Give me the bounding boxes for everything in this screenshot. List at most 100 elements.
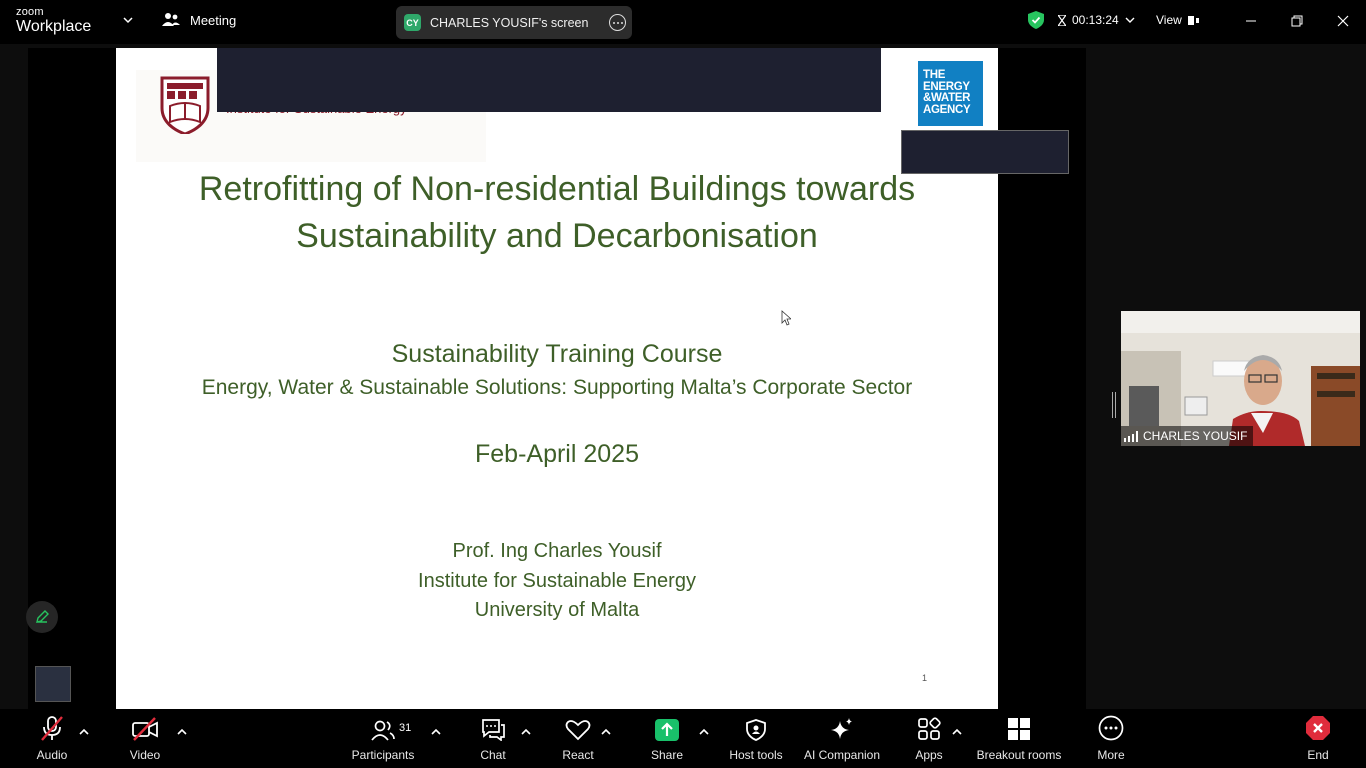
heart-icon <box>565 720 591 741</box>
title-line-2: Sustainability and Decarbonisation <box>296 217 818 255</box>
timer-value: 00:13:24 <box>1072 13 1119 27</box>
microphone-muted-icon <box>41 716 63 741</box>
end-icon <box>1306 716 1330 740</box>
ewa-line-4: AGENCY <box>923 103 971 116</box>
hourglass-icon <box>1058 14 1066 26</box>
chevron-up-icon[interactable] <box>521 727 531 737</box>
ai-companion-button[interactable]: AI Companion <box>802 709 882 768</box>
chat-button[interactable]: Chat <box>474 709 512 768</box>
audio-label: Audio <box>36 748 68 762</box>
participant-count-badge: 31 <box>399 722 412 734</box>
meeting-tab[interactable]: Meeting <box>162 12 236 28</box>
presentation-slide: Institute for Sustainable Energy THE ENE… <box>116 48 998 709</box>
annotate-button[interactable] <box>26 601 58 633</box>
chat-icon <box>482 719 505 741</box>
end-meeting-button[interactable]: End <box>1300 709 1336 768</box>
end-label: End <box>1307 748 1329 762</box>
video-button[interactable]: Video <box>124 709 166 768</box>
share-button[interactable]: Share <box>648 709 686 768</box>
brand-small: zoom <box>16 6 44 18</box>
audio-button[interactable]: Audio <box>30 709 74 768</box>
participants-button[interactable]: Participants <box>350 709 416 768</box>
host-tools-label: Host tools <box>729 748 783 762</box>
chevron-up-icon[interactable] <box>79 727 89 737</box>
chat-label: Chat <box>480 748 506 762</box>
restore-icon <box>1291 15 1303 27</box>
chevron-up-icon[interactable] <box>177 727 187 737</box>
more-dots-icon <box>1098 715 1124 741</box>
panel-resize-handle[interactable] <box>1112 392 1116 418</box>
encryption-shield-icon[interactable] <box>1028 11 1044 29</box>
more-label: More <box>1097 748 1125 762</box>
sharer-avatar: CY <box>404 14 421 31</box>
author-institute: Institute for Sustainable Energy <box>418 569 696 592</box>
minimize-icon <box>1246 20 1256 22</box>
react-label: React <box>562 748 594 762</box>
more-options-icon[interactable] <box>609 14 626 31</box>
top-bar: zoom Workplace Meeting CY CHARLES YOUSIF… <box>0 0 1366 44</box>
video-label: Video <box>129 748 161 762</box>
self-view-thumbnail[interactable] <box>35 666 71 702</box>
slide-title: Retrofitting of Non-residential Building… <box>116 166 998 260</box>
participants-label: Participants <box>351 748 415 762</box>
breakout-rooms-button[interactable]: Breakout rooms <box>976 709 1062 768</box>
ai-companion-label: AI Companion <box>803 748 881 762</box>
view-layout-icon <box>1187 15 1199 25</box>
more-button[interactable]: More <box>1092 709 1130 768</box>
participant-name-tag: CHARLES YOUSIF <box>1121 426 1254 446</box>
signal-strength-icon <box>1124 430 1138 442</box>
participants-icon <box>371 720 395 741</box>
course-title: Sustainability Training Course <box>391 340 723 368</box>
close-button[interactable] <box>1320 8 1366 34</box>
chevron-up-icon[interactable] <box>601 727 611 737</box>
breakout-rooms-label: Breakout rooms <box>976 748 1062 762</box>
chevron-up-icon[interactable] <box>431 727 441 737</box>
chevron-down-icon[interactable] <box>122 14 134 26</box>
redacted-block <box>217 48 881 112</box>
author-university: University of Malta <box>474 599 640 621</box>
close-icon <box>1337 15 1349 27</box>
chevron-up-icon[interactable] <box>952 727 962 737</box>
slide-page-number: 1 <box>922 673 928 683</box>
apps-label: Apps <box>915 748 943 762</box>
restore-button[interactable] <box>1274 8 1320 34</box>
view-button[interactable]: View <box>1156 13 1200 27</box>
share-label: CHARLES YOUSIF's screen <box>430 15 589 30</box>
sparkle-icon <box>831 718 852 739</box>
apps-grid-icon <box>918 717 941 740</box>
energy-water-agency-logo: THE ENERGY &WATER AGENCY <box>918 61 983 126</box>
host-tools-button[interactable]: Host tools <box>726 709 786 768</box>
meeting-timer[interactable]: 00:13:24 <box>1058 13 1135 27</box>
mouse-cursor-icon <box>781 310 791 326</box>
title-line-1: Retrofitting of Non-residential Building… <box>198 170 916 208</box>
pencil-icon <box>36 610 49 623</box>
screen-share-indicator[interactable]: CY CHARLES YOUSIF's screen <box>396 6 632 39</box>
participant-name: CHARLES YOUSIF <box>1143 429 1248 443</box>
university-crest-icon <box>160 76 210 134</box>
minimize-button[interactable] <box>1228 8 1274 34</box>
video-camera-off-icon <box>132 717 158 741</box>
brand-big: Workplace <box>16 18 92 35</box>
share-screen-icon <box>655 719 679 741</box>
author-block: Prof. Ing Charles Yousif Institute for S… <box>116 537 998 626</box>
course-subtitle: Energy, Water & Sustainable Solutions: S… <box>201 376 913 399</box>
participant-video-tile[interactable]: CHARLES YOUSIF <box>1121 311 1360 446</box>
apps-button[interactable]: Apps <box>910 709 948 768</box>
ewa-line-1: THE <box>923 69 946 81</box>
redacted-block <box>901 130 1069 174</box>
zoom-meeting-window: zoom Workplace Meeting CY CHARLES YOUSIF… <box>0 0 1366 768</box>
author-name: Prof. Ing Charles Yousif <box>452 540 662 562</box>
meeting-toolbar: Audio Video Participants 31 Chat React S… <box>0 709 1366 768</box>
participants-icon <box>162 13 180 26</box>
share-label: Share <box>650 748 684 762</box>
course-dates: Feb-April 2025 <box>475 440 639 468</box>
view-label: View <box>1156 13 1182 27</box>
react-button[interactable]: React <box>558 709 598 768</box>
ewa-line-3: &WATER <box>923 92 971 104</box>
host-shield-icon <box>746 719 766 741</box>
zoom-workplace-logo[interactable]: zoom Workplace <box>16 7 91 35</box>
chevron-up-icon[interactable] <box>699 727 709 737</box>
breakout-rooms-icon <box>1008 718 1030 740</box>
meeting-label: Meeting <box>190 12 237 28</box>
chevron-down-icon <box>1125 17 1135 23</box>
